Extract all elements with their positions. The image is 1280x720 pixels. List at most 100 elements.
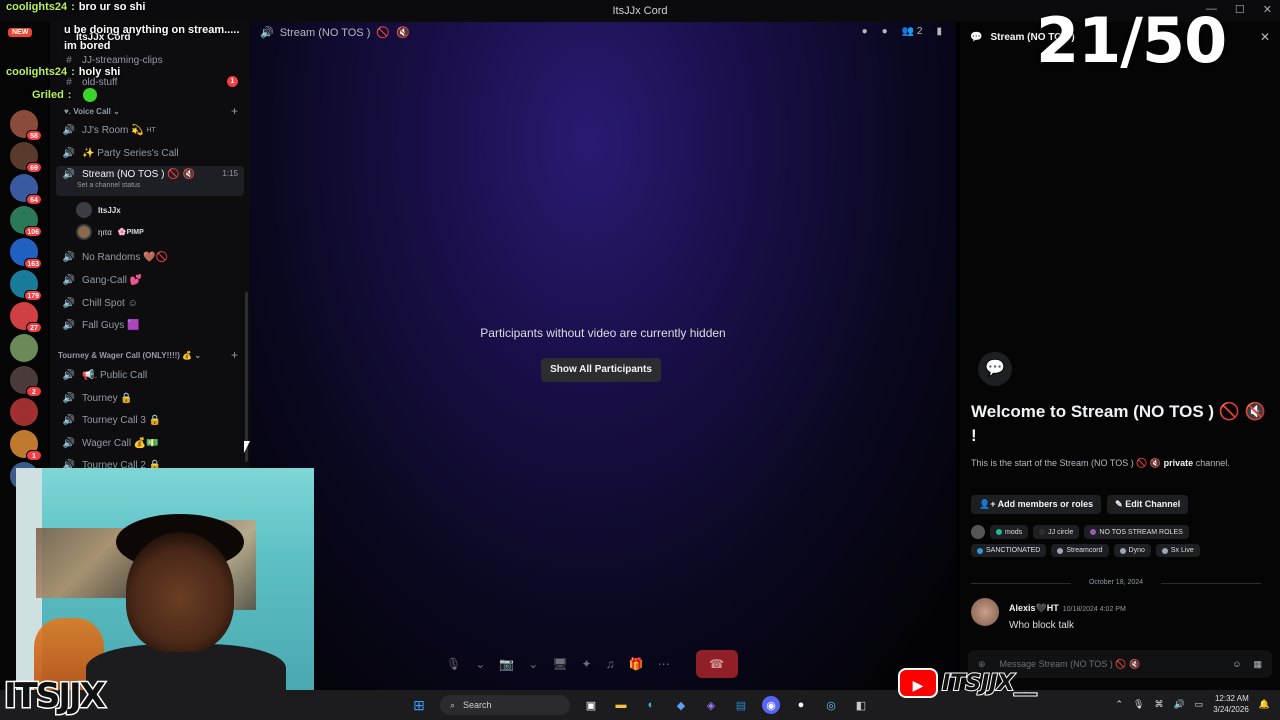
- sidebar-scrollbar[interactable]: [245, 292, 248, 462]
- server-icon[interactable]: 106: [10, 206, 42, 237]
- voice-user[interactable]: ItsJJx: [76, 202, 121, 218]
- voice-user[interactable]: ηιτα 🌸PIMP: [76, 224, 144, 240]
- add-channel-icon[interactable]: +: [231, 104, 238, 118]
- chevron-up-icon[interactable]: ⌃: [1115, 699, 1123, 710]
- channel-label: Wager Call 💰💵: [82, 437, 159, 449]
- user-avatar-icon[interactable]: ●: [862, 26, 868, 37]
- voice-channel[interactable]: 🔊 Tourney Call 3 🔒: [56, 410, 244, 430]
- apps-icon[interactable]: ▦: [1253, 659, 1262, 670]
- new-tag: NEW: [8, 28, 33, 37]
- task-view-icon[interactable]: ▣: [582, 696, 600, 714]
- chat-toggle-icon[interactable]: ▮: [936, 26, 942, 37]
- server-icon[interactable]: 64: [10, 174, 42, 205]
- category-voice[interactable]: ♥. Voice Call ⌄: [64, 107, 120, 116]
- server-icon[interactable]: 58: [10, 110, 42, 141]
- voice-channel[interactable]: 🔊 📢. Public Call: [56, 365, 244, 385]
- server-icon[interactable]: 163: [10, 238, 42, 269]
- soundboard-icon[interactable]: ♫: [606, 657, 615, 671]
- battery-icon[interactable]: ▭: [1195, 699, 1204, 710]
- start-icon[interactable]: ⊞: [410, 696, 428, 714]
- emoji-icon[interactable]: ☺: [1232, 659, 1241, 670]
- chat-username: coolights24: [6, 66, 68, 78]
- channel-status[interactable]: Set a channel status: [77, 182, 140, 189]
- chat-message-row: Alexis🖤HT 10/18/2024 4:02 PM Who block ta…: [971, 598, 1126, 631]
- avatar: [76, 202, 92, 218]
- store-icon[interactable]: ▤: [732, 696, 750, 714]
- server-badge: 27: [26, 322, 42, 333]
- voice-channel[interactable]: 🔊 Chill Spot ☺: [56, 293, 244, 313]
- message-author[interactable]: Alexis🖤HT: [1009, 603, 1059, 613]
- close-icon[interactable]: ✕: [1260, 30, 1270, 44]
- steam-icon[interactable]: ◎: [822, 696, 840, 714]
- voice-channel-active[interactable]: 🔊 Stream (NO TOS ) 🚫 🔇 1:15 Set a channe…: [56, 166, 244, 196]
- notifications-icon[interactable]: 🔔: [1259, 699, 1270, 710]
- obs-icon[interactable]: ●: [792, 696, 810, 714]
- microphone-icon[interactable]: 🎙: [446, 657, 461, 671]
- voice-channel[interactable]: 🔊 Fall Guys 🟪: [56, 315, 244, 335]
- role-chip[interactable]: Sx Live: [1155, 544, 1200, 557]
- user-avatar-icon[interactable]: ●: [882, 26, 888, 37]
- chat-bubble-icon: 💬: [978, 352, 1012, 386]
- more-options-icon[interactable]: ⋯: [658, 657, 670, 671]
- server-icon[interactable]: 27: [10, 302, 42, 333]
- voice-user-tag: 🌸PIMP: [117, 229, 144, 236]
- server-icon[interactable]: [10, 334, 38, 362]
- close-window-icon[interactable]: ✕: [1263, 3, 1272, 16]
- add-members-button[interactable]: 👤+ Add members or roles: [971, 495, 1102, 514]
- discord-icon[interactable]: ◉: [762, 696, 780, 714]
- participants-icon[interactable]: 👥 2: [902, 26, 923, 37]
- add-channel-icon[interactable]: +: [231, 348, 238, 362]
- role-chip[interactable]: Dyno: [1113, 544, 1151, 557]
- server-icon[interactable]: 2: [10, 366, 42, 397]
- gift-icon[interactable]: 🎁: [629, 657, 644, 671]
- voice-channel[interactable]: 🔊 Tourney 🔒: [56, 388, 244, 408]
- role-dot: [1057, 547, 1064, 554]
- clock[interactable]: 12:32 AM 3/24/2026: [1213, 693, 1249, 715]
- microphone-icon[interactable]: 🎙: [1133, 699, 1144, 710]
- voice-stage: 🔊 Stream (NO TOS ) 🚫 🔇 ● ● 👥 2 ▮ Partici…: [250, 22, 956, 690]
- volume-icon[interactable]: 🔊: [1173, 699, 1184, 710]
- voice-channel[interactable]: 🔊 Gang-Call 💕: [56, 270, 244, 290]
- message-text: Who block talk: [1009, 620, 1075, 631]
- clock-time: 12:32 AM: [1214, 694, 1249, 703]
- edge-icon[interactable]: ◐: [642, 696, 660, 714]
- role-chip[interactable]: Streamcord: [1051, 544, 1109, 557]
- chat-line: im bored: [6, 39, 239, 54]
- edit-channel-button[interactable]: ✎ Edit Channel: [1107, 495, 1189, 514]
- chevron-down-icon[interactable]: ⌄: [475, 657, 485, 671]
- member-avatar-chip[interactable]: [971, 525, 985, 539]
- app-icon[interactable]: ◆: [672, 696, 690, 714]
- file-explorer-icon[interactable]: ▬: [612, 696, 630, 714]
- voice-channel[interactable]: 🔊 Tourney Call 2 🔒: [56, 455, 244, 469]
- category-tourney[interactable]: Tourney & Wager Call (ONLY!!!!) 💰 ⌄: [58, 351, 201, 360]
- maximize-icon[interactable]: ☐: [1235, 3, 1245, 16]
- screen-share-icon[interactable]: 🖥: [552, 657, 567, 671]
- voice-channel[interactable]: 🔊 Wager Call 💰💵: [56, 433, 244, 453]
- disconnect-button[interactable]: ☎: [695, 650, 738, 678]
- app-icon[interactable]: ◧: [852, 696, 870, 714]
- camera-off-icon[interactable]: 📷: [499, 657, 514, 671]
- role-chip[interactable]: JJ circle: [1033, 525, 1080, 539]
- server-icon[interactable]: 69: [10, 142, 42, 173]
- voice-channel[interactable]: 🔊 JJ's Room 💫 HT: [56, 120, 244, 140]
- role-chip[interactable]: NO TOS STREAM ROLES: [1084, 525, 1189, 539]
- welcome-description: This is the start of the Stream (NO TOS …: [971, 456, 1271, 470]
- screen: { "window": { "title": "ItsJJx Cord" }, …: [0, 0, 1280, 720]
- show-all-participants-button[interactable]: Show All Participants: [541, 358, 661, 382]
- activities-icon[interactable]: ✦: [582, 657, 592, 671]
- taskbar-search[interactable]: ⌕ Search: [440, 695, 570, 715]
- role-chip[interactable]: mods: [990, 525, 1029, 539]
- app-icon[interactable]: ◈: [702, 696, 720, 714]
- server-icon[interactable]: 1: [10, 430, 42, 461]
- voice-channel[interactable]: 🔊 No Randoms 🤎🚫: [56, 247, 244, 267]
- role-chip[interactable]: SANCTIONATED: [971, 544, 1047, 557]
- chat-line: coolights24: holy shi: [6, 65, 239, 80]
- server-icon[interactable]: 179: [10, 270, 42, 301]
- server-icon[interactable]: [10, 398, 38, 426]
- desc-prefix: This is the start of the Stream (NO TOS …: [971, 458, 1162, 468]
- chevron-down-icon[interactable]: ⌄: [528, 657, 538, 671]
- chat-line: u be doing anything on stream.....: [6, 23, 239, 38]
- voice-channel[interactable]: 🔊 ✨ Party Series's Call: [56, 143, 244, 163]
- avatar[interactable]: [971, 598, 999, 626]
- network-icon[interactable]: ⌘: [1154, 699, 1163, 710]
